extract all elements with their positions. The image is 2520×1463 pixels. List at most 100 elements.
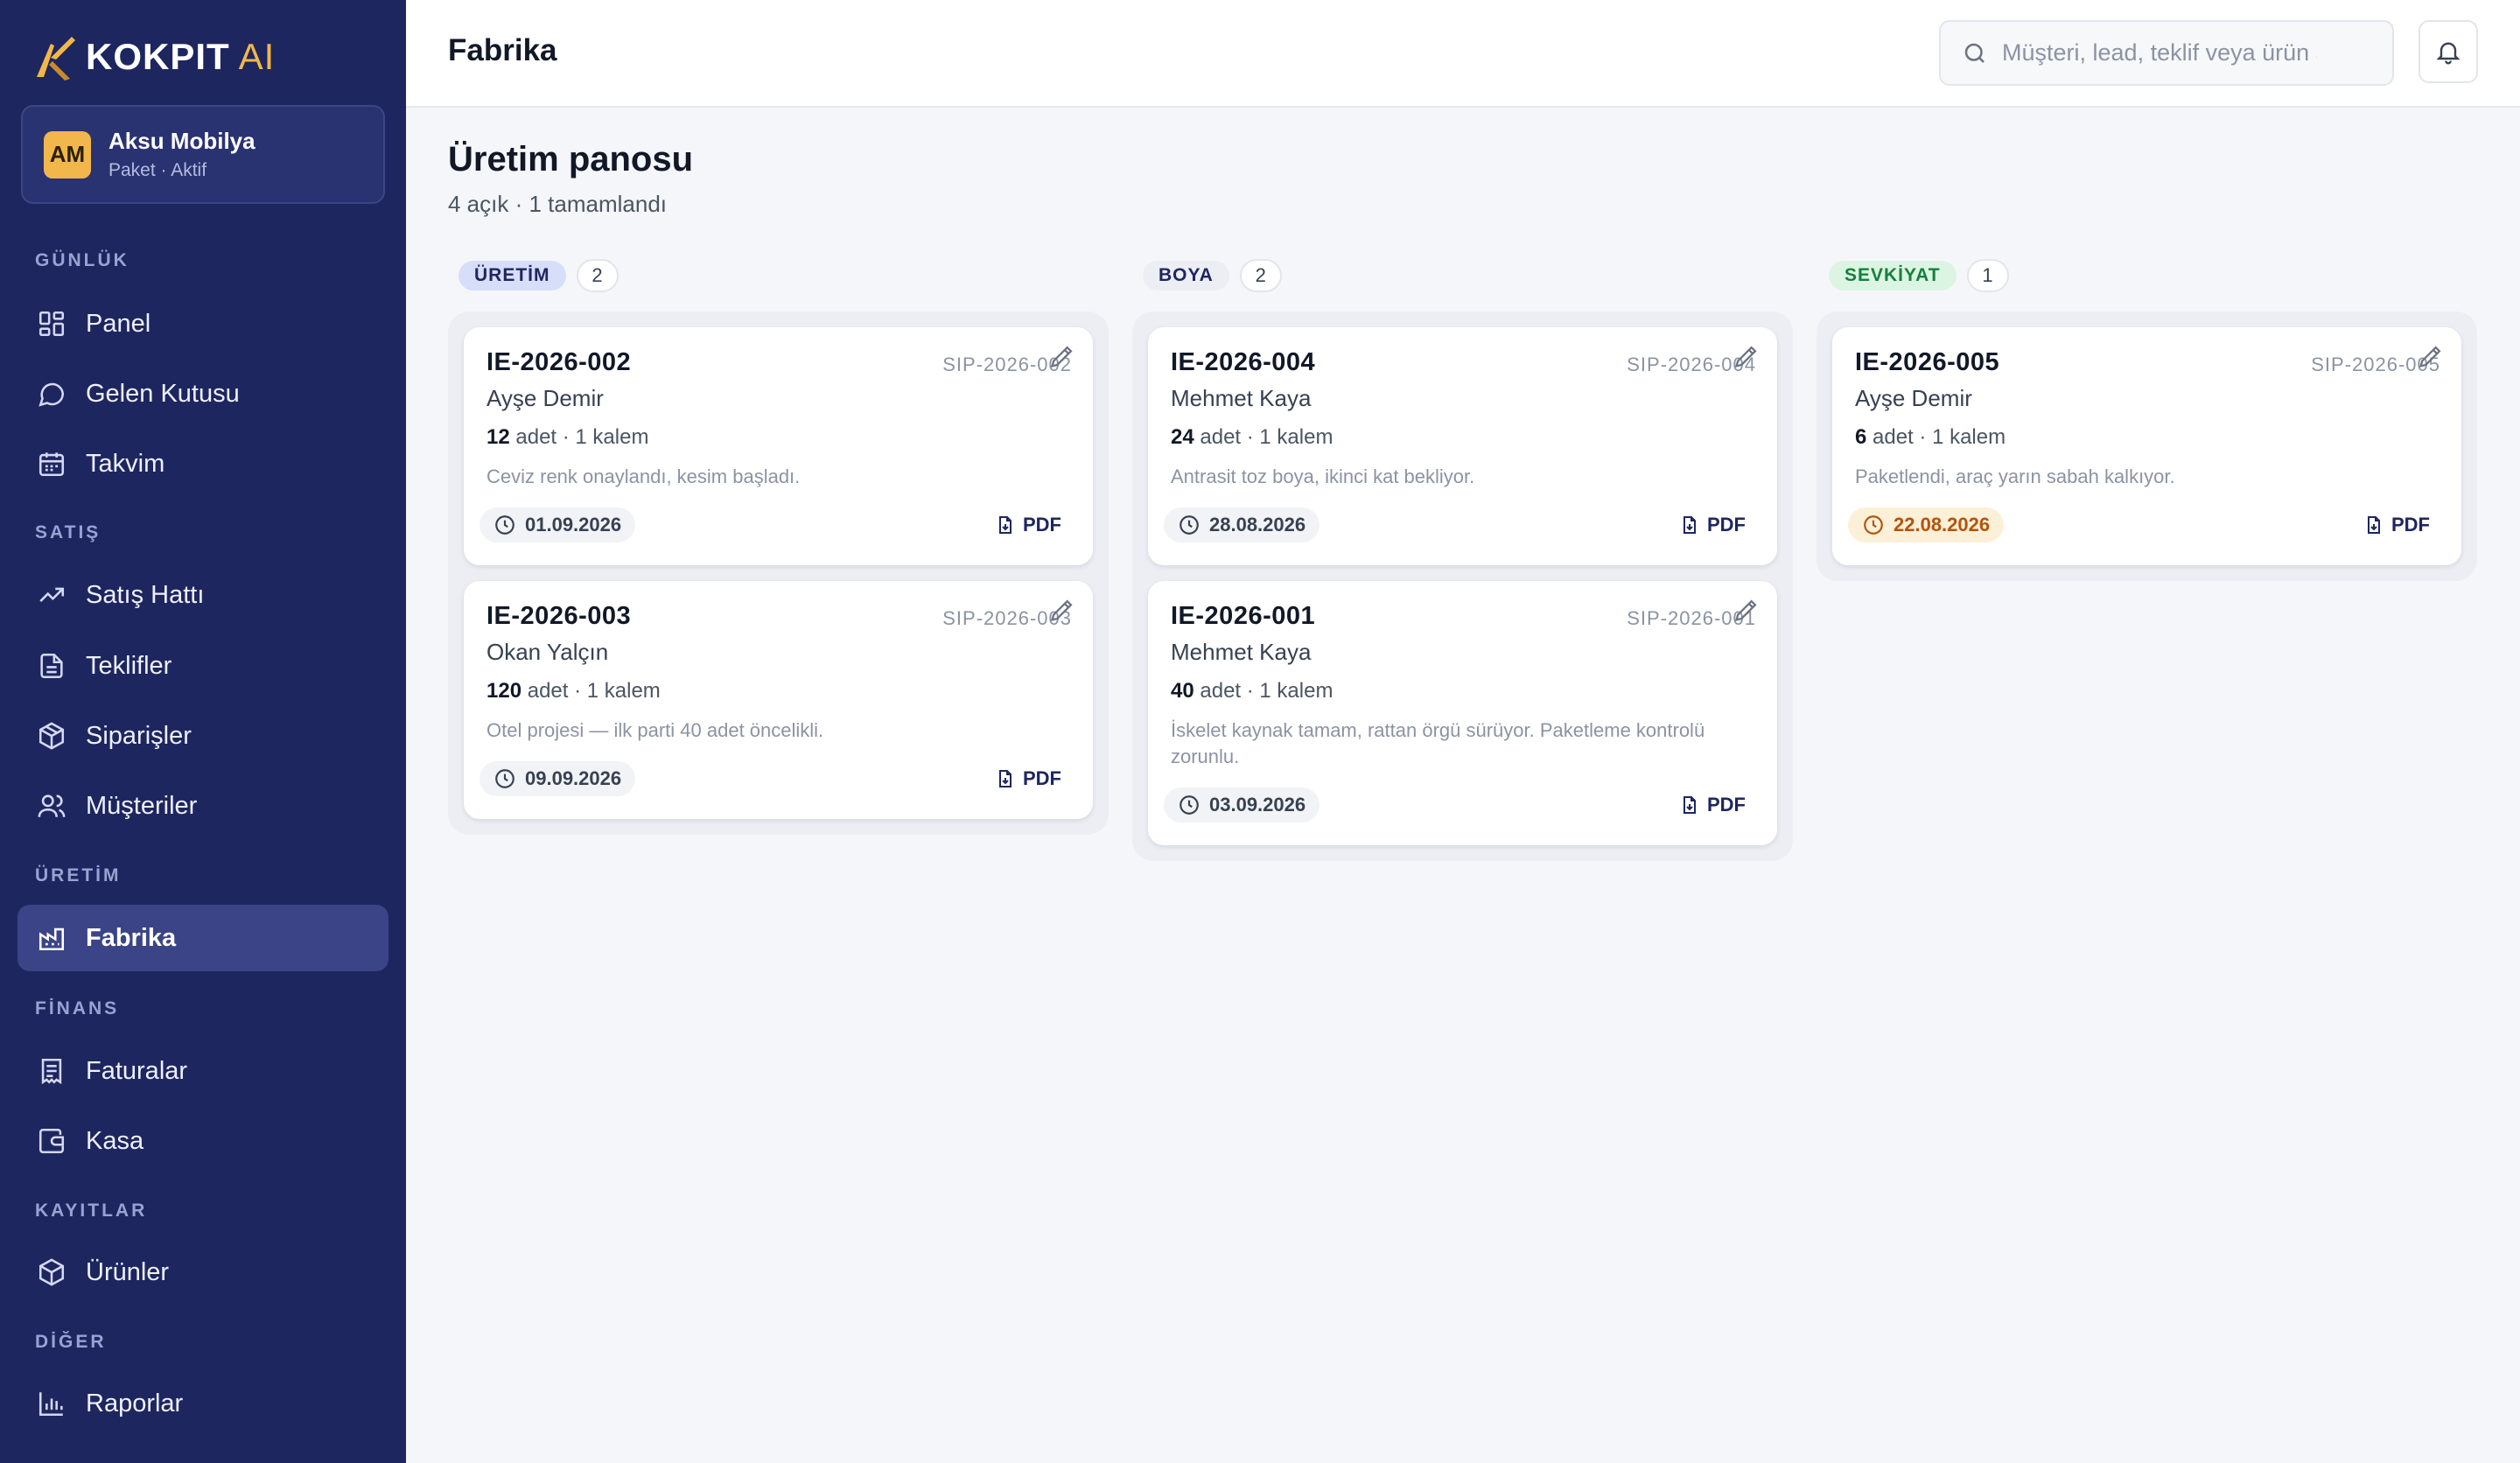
board-subtitle: 4 açık · 1 tamamlandı: [448, 191, 667, 217]
file-pdf-icon: [999, 516, 1012, 534]
edit-icon[interactable]: [1047, 341, 1077, 371]
quantity: 120 adet · 1 kalem: [486, 679, 661, 704]
due-date-badge: 01.09.2026: [480, 508, 636, 542]
sidebar-item-faturalar[interactable]: Faturalar: [18, 1038, 388, 1104]
column-count: 2: [576, 259, 619, 292]
dashboard-icon: [38, 311, 65, 337]
sidebar-item-teklifler[interactable]: Teklifler: [18, 633, 388, 699]
page-title: Fabrika: [448, 33, 557, 67]
search-input[interactable]: [2002, 39, 2317, 66]
job-note: Otel projesi — ilk parti 40 adet öncelik…: [486, 719, 824, 741]
section-title-satis: SATIŞ: [35, 522, 102, 542]
due-date: 22.08.2026: [1894, 514, 1991, 536]
pdf-label: PDF: [2391, 514, 2430, 536]
job-card[interactable]: IE-2026-002 SIP-2026-002 Ayşe Demir 12 a…: [464, 327, 1093, 565]
quantity: 24 adet · 1 kalem: [1171, 425, 1333, 450]
job-card[interactable]: IE-2026-003 SIP-2026-003 Okan Yalçın 120…: [464, 581, 1093, 819]
notifications-button[interactable]: [2418, 20, 2478, 83]
due-date: 01.09.2026: [525, 514, 622, 536]
trending-up-icon: [39, 587, 65, 602]
edit-icon[interactable]: [1047, 595, 1077, 625]
top-bar: Fabrika: [406, 0, 2520, 108]
sidebar: KOKPIT AI AM Aksu Mobilya Paket · Aktif G…: [0, 0, 406, 1463]
package-icon: [38, 722, 65, 750]
clock-icon: [495, 769, 514, 788]
sidebar-item-panel[interactable]: Panel: [18, 290, 388, 357]
column-count: 2: [1239, 259, 1282, 292]
due-date-badge: 28.08.2026: [1164, 508, 1320, 542]
edit-icon[interactable]: [2416, 341, 2446, 371]
file-pdf-icon: [999, 770, 1012, 788]
pdf-button[interactable]: PDF: [1679, 508, 1746, 542]
sidebar-item-label: Satış Hattı: [86, 580, 205, 609]
job-card[interactable]: IE-2026-004 SIP-2026-004 Mehmet Kaya 24 …: [1148, 327, 1777, 565]
sidebar-item-takvim[interactable]: Takvim: [18, 430, 388, 497]
pdf-label: PDF: [1707, 514, 1746, 536]
section-title-uretim: ÜRETİM: [35, 865, 122, 886]
quantity: 12 adet · 1 kalem: [486, 425, 648, 450]
sidebar-item-label: Kasa: [86, 1126, 144, 1155]
brand-name-text: KOKPIT: [86, 36, 230, 77]
quantity-value: 24: [1171, 425, 1194, 449]
box-icon: [38, 1258, 65, 1286]
sidebar-item-raporlar[interactable]: Raporlar: [18, 1370, 388, 1437]
sidebar-item-satis-hatti[interactable]: Satış Hattı: [18, 562, 388, 628]
invoice-icon: [41, 1058, 62, 1085]
quantity-value: 12: [486, 425, 510, 449]
quantity-rest: adet · 1 kalem: [1872, 425, 2006, 449]
quantity-value: 120: [486, 679, 522, 703]
sidebar-item-musteriler[interactable]: Müşteriler: [18, 773, 388, 839]
document-icon: [40, 653, 63, 679]
stage-badge: ÜRETİM: [458, 261, 566, 290]
sidebar-item-label: Faturalar: [86, 1056, 188, 1085]
sidebar-item-label: Siparişler: [86, 721, 192, 750]
logo-mark-icon: [37, 37, 75, 80]
due-date-badge-warning: 22.08.2026: [1848, 508, 2005, 542]
job-id: IE-2026-004: [1171, 348, 1316, 376]
customer-name: Mehmet Kaya: [1171, 385, 1312, 411]
column-count: 1: [1966, 259, 2009, 292]
sidebar-item-siparisler[interactable]: Siparişler: [18, 703, 388, 769]
sidebar-item-label: Panel: [86, 309, 151, 338]
sidebar-item-gelen-kutusu[interactable]: Gelen Kutusu: [18, 360, 388, 427]
column-header-boya: BOYA 2: [1143, 259, 1282, 292]
job-note: Ceviz renk onaylandı, kesim başladı.: [486, 466, 801, 487]
calendar-icon: [38, 452, 65, 477]
column-header-uretim: ÜRETİM 2: [458, 259, 619, 292]
tenant-switcher[interactable]: AM Aksu Mobilya Paket · Aktif: [21, 105, 385, 204]
job-id: IE-2026-002: [486, 348, 632, 376]
job-note: Antrasit toz boya, ikinci kat bekliyor.: [1171, 466, 1475, 487]
edit-icon[interactable]: [1732, 595, 1761, 625]
file-pdf-icon: [1684, 516, 1696, 534]
customer-name: Ayşe Demir: [486, 385, 604, 411]
tenant-avatar: AM: [44, 130, 91, 178]
sidebar-item-urunler[interactable]: Ürünler: [18, 1239, 388, 1306]
job-id: IE-2026-005: [1855, 348, 2000, 376]
brand-suffix: AI: [238, 36, 276, 77]
sidebar-item-label: Ürünler: [86, 1257, 170, 1286]
sidebar-item-fabrika[interactable]: Fabrika: [18, 905, 388, 971]
due-date-badge: 09.09.2026: [480, 761, 636, 796]
pdf-button[interactable]: PDF: [995, 761, 1061, 796]
logo[interactable]: KOKPIT AI: [32, 32, 275, 82]
stage-badge: SEVKİYAT: [1829, 261, 1956, 290]
pdf-button[interactable]: PDF: [1679, 788, 1746, 822]
stage-badge: BOYA: [1143, 261, 1229, 290]
sidebar-item-kasa[interactable]: Kasa: [18, 1108, 388, 1174]
job-card[interactable]: IE-2026-005 SIP-2026-005 Ayşe Demir 6 ad…: [1832, 327, 2461, 565]
pdf-button[interactable]: PDF: [2363, 508, 2430, 542]
file-pdf-icon: [2368, 516, 2380, 534]
customer-name: Ayşe Demir: [1855, 385, 1972, 411]
kanban-lane-uretim: IE-2026-002 SIP-2026-002 Ayşe Demir 12 a…: [448, 312, 1109, 835]
bell-icon: [2436, 42, 2460, 65]
edit-icon[interactable]: [1732, 341, 1761, 371]
job-card[interactable]: IE-2026-001 SIP-2026-001 Mehmet Kaya 40 …: [1148, 581, 1777, 845]
clock-icon: [1864, 515, 1883, 535]
wallet-icon: [38, 1128, 65, 1154]
pdf-button[interactable]: PDF: [995, 508, 1061, 542]
tenant-name: Aksu Mobilya: [108, 128, 256, 154]
chat-bubble-icon: [38, 382, 65, 407]
search-box[interactable]: [1939, 20, 2394, 86]
section-title-diger: DİĞER: [35, 1332, 107, 1352]
pdf-label: PDF: [1707, 794, 1746, 816]
